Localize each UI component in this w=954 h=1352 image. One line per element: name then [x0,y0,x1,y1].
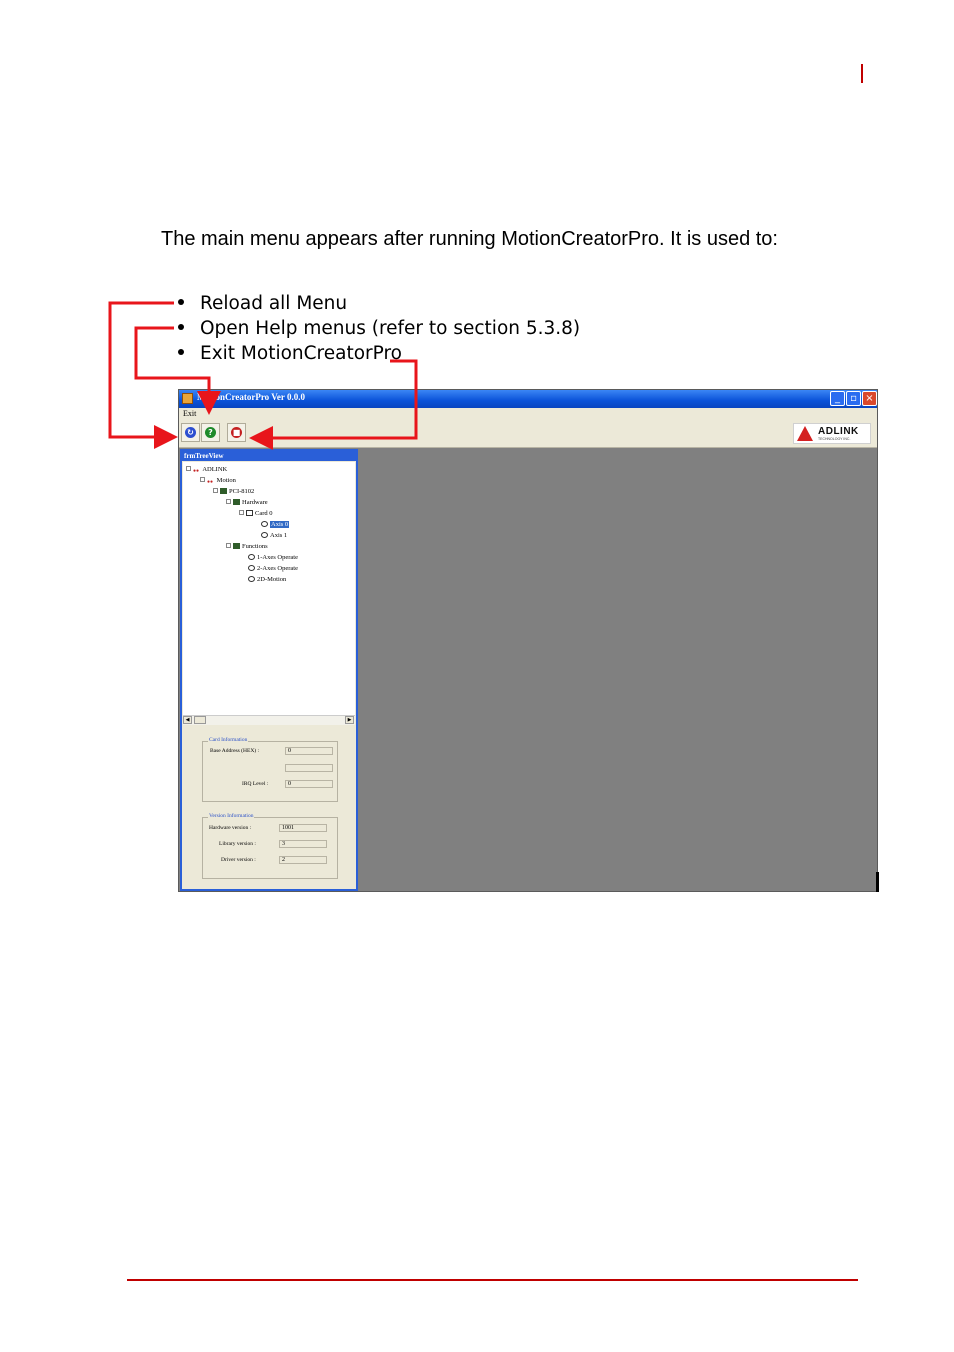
close-button[interactable]: × [862,391,877,406]
irq-level-field[interactable]: 0 [285,780,333,788]
stop-icon: ■ [231,427,242,438]
driver-version-field[interactable]: 2 [279,856,327,864]
axis-icon [248,576,255,582]
root-icon: ●● [193,469,200,474]
library-version-label: Library version : [219,841,256,847]
exit-button[interactable]: ■ [227,423,246,442]
tree-node-axis1[interactable]: Axis 1 [261,531,287,540]
mdi-edge-mark [876,872,879,892]
axis-icon [261,532,268,538]
library-version-field[interactable]: 3 [279,840,327,848]
folder-icon [233,499,240,505]
irq-level-label: IRQ Level : [242,781,269,787]
tree-node-motion[interactable]: ●● Motion [200,476,236,485]
reload-button[interactable]: ↻ [181,423,200,442]
tree-node-2axes[interactable]: 2-Axes Operate [248,564,298,573]
tree-node-hardware[interactable]: Hardware [226,498,268,507]
base-address-label: Base Address (HEX) : [210,748,260,754]
axis-icon [261,521,268,527]
tree-pane: ●● ADLINK ●● Motion PCI-8102 Hardware Ca… [183,462,355,715]
arrow-reload [108,301,178,449]
scroll-right-icon[interactable]: ▶ [345,716,354,724]
version-info-group: Version Information Hardware version : 1… [202,813,338,879]
card-icon [246,510,253,516]
tree-node-1axes[interactable]: 1-Axes Operate [248,553,298,562]
tree-node-axis0[interactable]: Axis 0 [261,520,290,529]
tree-node-pci8102[interactable]: PCI-8102 [213,487,254,496]
title-bar: MotionCreatorPro Ver 0.0.0 _ ▫ × [179,390,877,408]
scroll-thumb[interactable] [194,716,206,724]
tree-node-functions[interactable]: Functions [226,542,268,551]
tree-node-adlink[interactable]: ●● ADLINK [186,465,227,474]
list-item: Reload all Menu [176,291,580,316]
root-icon: ●● [207,480,214,485]
collapse-icon[interactable] [226,543,231,548]
reload-icon: ↻ [185,427,196,438]
tree-view-window: frmTreeView ●● ADLINK ●● Motion PCI-8102… [180,449,358,891]
maximize-button[interactable]: ▫ [846,391,861,406]
base-address-extra-field[interactable] [285,764,333,772]
folder-icon [233,543,240,549]
collapse-icon[interactable] [213,488,218,493]
logo-text: ADLINK [818,426,859,437]
help-icon: ? [205,427,216,438]
bullet-icon [178,299,184,305]
header-marker [861,64,863,83]
card-info-title: Card Information [208,737,249,743]
collapse-icon[interactable] [239,510,244,515]
list-item: Open Help menus (refer to section 5.3.8) [176,316,580,341]
app-screenshot: MotionCreatorPro Ver 0.0.0 _ ▫ × Exit ↻ … [178,389,879,892]
intro-paragraph: The main menu appears after running Moti… [161,228,778,250]
folder-icon [220,488,227,494]
help-button[interactable]: ? [201,423,220,442]
app-icon [182,393,193,404]
footer-rule [127,1279,858,1281]
hardware-version-label: Hardware version : [209,825,252,831]
scroll-left-icon[interactable]: ◀ [183,716,192,724]
adlink-logo: ADLINK TECHNOLOGY INC. [793,423,871,444]
hardware-version-field[interactable]: 1001 [279,824,327,832]
card-info-group: Card Information Base Address (HEX) : 0 … [202,737,338,802]
collapse-icon[interactable] [200,477,205,482]
minimize-button[interactable]: _ [830,391,845,406]
horizontal-scrollbar[interactable]: ◀ ▶ [183,715,355,725]
axis-icon [248,554,255,560]
window-title: MotionCreatorPro Ver 0.0.0 [197,392,305,402]
menu-exit[interactable]: Exit [183,409,196,418]
bullet-icon [178,324,184,330]
list-item: Exit MotionCreatorPro [176,341,580,366]
logo-triangle-icon [797,426,813,441]
toolbar: ↻ ? ■ ADLINK TECHNOLOGY INC. [179,420,877,448]
axis-icon [248,565,255,571]
bullet-exit: Exit MotionCreatorPro [200,343,402,364]
tree-window-title: frmTreeView [182,451,356,461]
collapse-icon[interactable] [226,499,231,504]
logo-subtext: TECHNOLOGY INC. [818,437,851,441]
tree-node-card0[interactable]: Card 0 [239,509,273,518]
bullet-help: Open Help menus (refer to section 5.3.8) [200,318,581,339]
bullet-reload: Reload all Menu [200,293,348,314]
bullet-icon [178,349,184,355]
driver-version-label: Driver version : [221,857,256,863]
version-info-title: Version Information [208,813,255,819]
tree-node-2d-motion[interactable]: 2D-Motion [248,575,286,584]
base-address-field[interactable]: 0 [285,747,333,755]
menu-bar: Exit [179,408,877,420]
feature-list: Reload all Menu Open Help menus (refer t… [176,291,580,366]
collapse-icon[interactable] [186,466,191,471]
